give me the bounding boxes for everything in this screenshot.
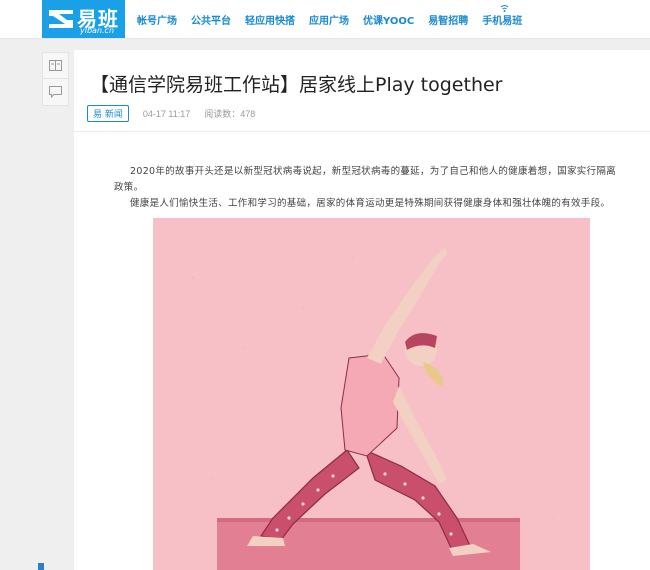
article-paragraph: 2020年的故事开头还是以新型冠状病毒说起，新型冠状病毒的蔓延，为了自己和他人的…	[114, 166, 616, 193]
layout-toggle-button[interactable]	[43, 53, 68, 79]
category-tag[interactable]: 易 新闻	[87, 105, 129, 122]
divider	[74, 131, 650, 132]
article-side-toolbar	[42, 52, 69, 106]
article-meta: 易 新闻 04-17 11:17 阅读数：478	[87, 105, 256, 122]
publish-date: 04-17 11:17	[142, 109, 191, 119]
article-paragraph: 健康是人们愉快生活、工作和学习的基础，居家的体育运动更是特殊期间获得健康身体和强…	[130, 198, 611, 209]
nav-recruitment[interactable]: 易智招聘	[428, 12, 468, 27]
nav-public-platform[interactable]: 公共平台	[191, 12, 231, 27]
nav-app-square[interactable]: 应用广场	[309, 12, 349, 27]
yiban-logo[interactable]: 易班 yiban.cn	[42, 0, 125, 38]
read-count-label: 阅读数：	[204, 109, 241, 119]
article-card: 【通信学院易班工作站】居家线上Play together 易 新闻 04-17 1…	[74, 50, 650, 570]
comment-icon	[49, 85, 62, 98]
corner-marker	[38, 563, 44, 570]
article-title: 【通信学院易班工作站】居家线上Play together	[90, 74, 503, 96]
nav-yooc[interactable]: 优课YOOC	[363, 12, 414, 27]
yoga-figure-image	[191, 248, 554, 570]
nav-mobile-yiban[interactable]: 手机易班	[482, 12, 522, 27]
main-nav: 帐号广场 公共平台 轻应用快搭 应用广场 优课YOOC 易智招聘 手机易班	[137, 11, 536, 27]
yiban-logo-icon	[49, 10, 73, 28]
nav-account-square[interactable]: 帐号广场	[137, 12, 177, 27]
yoga-illustration	[153, 218, 590, 570]
read-count: 478	[240, 109, 256, 119]
top-navigation-bar: 易班 yiban.cn 帐号广场 公共平台 轻应用快搭 应用广场 优课YOOC 易智招聘手…	[0, 0, 650, 39]
book-icon	[49, 60, 62, 71]
logo-domain: yiban.cn	[80, 26, 115, 35]
wifi-icon	[500, 5, 509, 12]
comment-button[interactable]	[43, 79, 68, 104]
nav-light-app-builder[interactable]: 轻应用快搭	[245, 12, 295, 27]
